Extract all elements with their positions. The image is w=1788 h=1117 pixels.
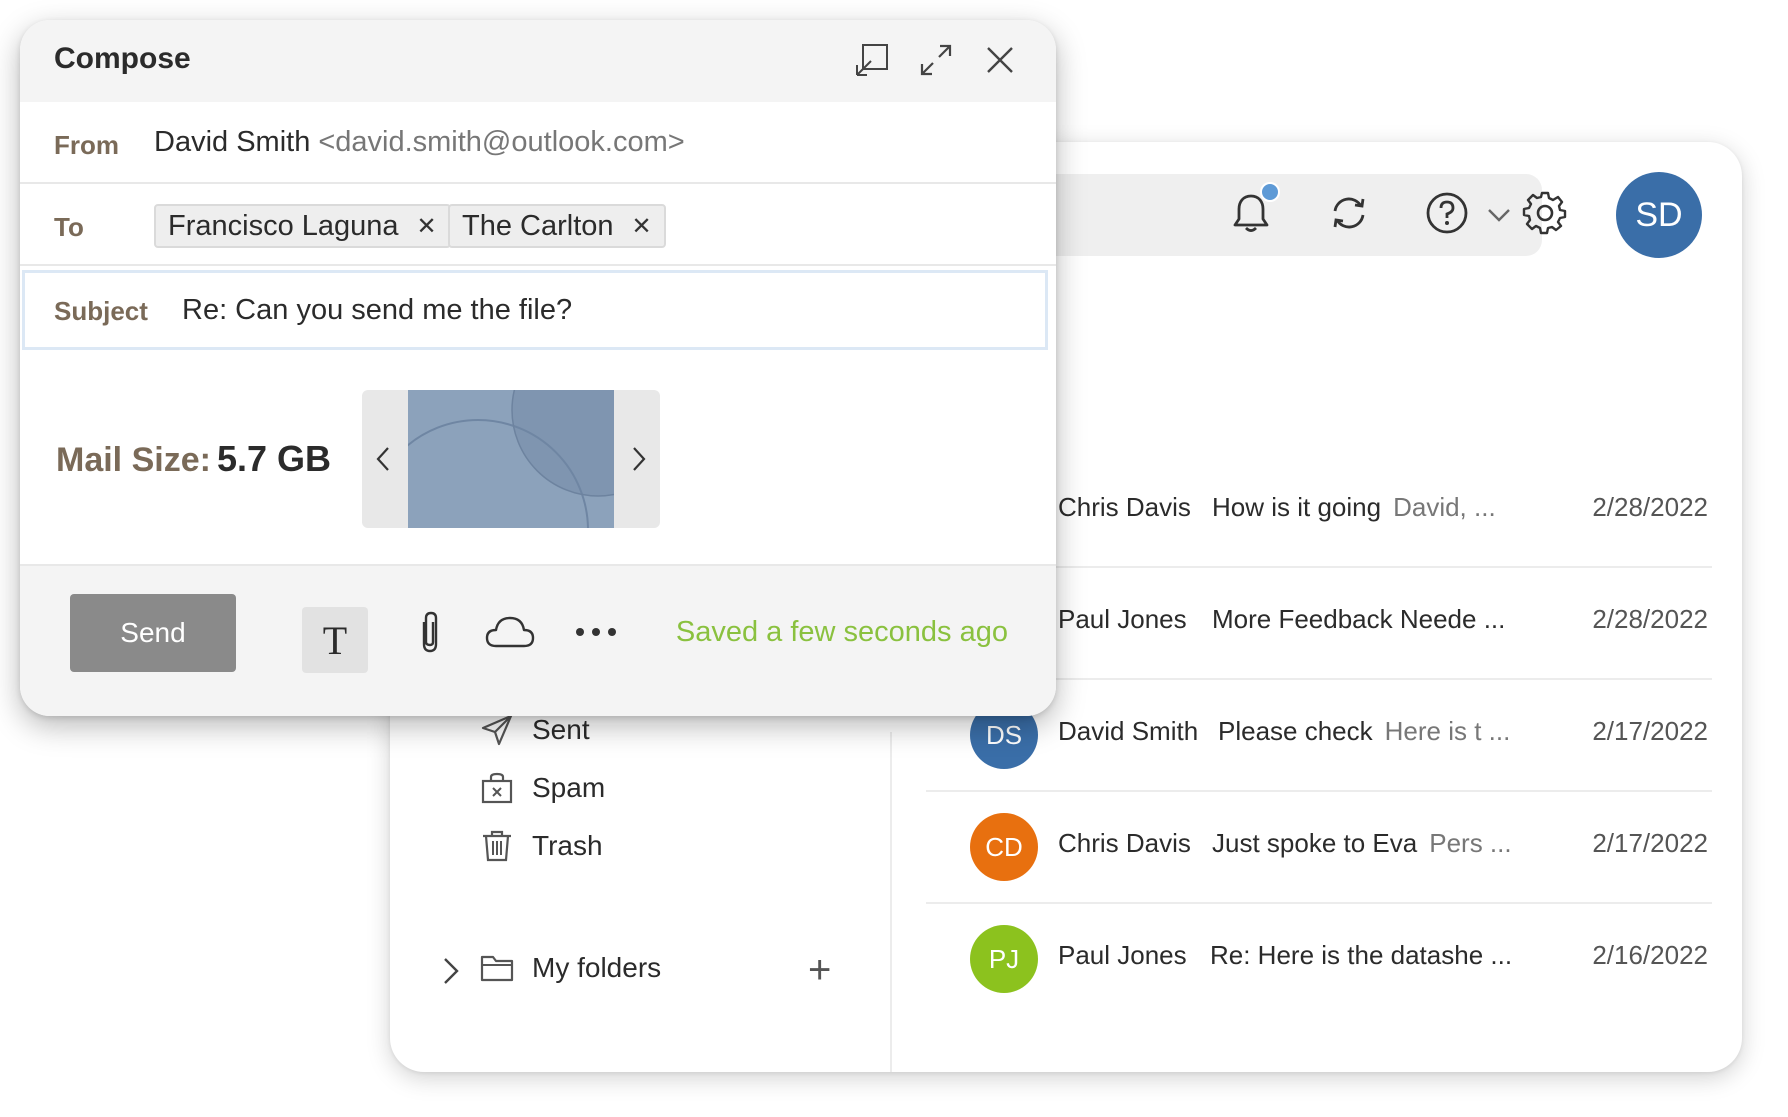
folder-label: Spam	[532, 772, 606, 803]
message-preview: Here is t ...	[1384, 716, 1511, 746]
recipient-name: Francisco Laguna	[168, 209, 399, 242]
save-status: Saved a few seconds ago	[675, 616, 1008, 648]
chevron-left-icon	[376, 447, 389, 471]
more-options-button[interactable]	[568, 608, 624, 656]
cloud-icon	[485, 616, 535, 648]
message-row[interactable]: CD Chris Davis Just spoke to Eva Pers ...…	[926, 790, 1712, 904]
divider	[20, 182, 1056, 184]
avatar: CD	[970, 813, 1038, 881]
sync-button[interactable]	[1326, 190, 1372, 236]
user-avatar[interactable]: SD	[1616, 172, 1702, 258]
notification-dot	[1260, 182, 1280, 202]
sidebar-divider	[890, 732, 892, 1072]
folder-icon	[480, 955, 514, 982]
message-row[interactable]: PJ Paul Jones Re: Here is the datashe ..…	[926, 902, 1712, 1014]
attach-button[interactable]	[406, 608, 454, 656]
message-date: 2/28/2022	[1592, 604, 1708, 634]
message-date: 2/17/2022	[1592, 716, 1708, 746]
cloud-attach-button[interactable]	[482, 608, 538, 656]
subject-label: Subject	[54, 296, 148, 326]
folder-trash[interactable]: Trash	[480, 820, 603, 872]
from-field: David Smith <david.smith@outlook.com>	[154, 126, 685, 158]
trash-icon	[483, 830, 511, 862]
message-sender: Paul Jones	[1058, 940, 1187, 970]
previous-attachment-button[interactable]	[362, 390, 404, 528]
compose-window: Compose From David Smith <david.smith@out…	[20, 20, 1056, 716]
compose-title: Compose	[54, 42, 191, 75]
settings-button[interactable]	[1522, 190, 1568, 236]
avatar: PJ	[970, 925, 1038, 993]
recipient-chip[interactable]: The Carlton ✕	[448, 204, 666, 248]
pop-out-icon[interactable]	[854, 42, 890, 78]
message-subject: More Feedback Neede ...	[1212, 604, 1506, 634]
message-subject: Please check Here is t ...	[1218, 716, 1511, 746]
divider	[20, 264, 1056, 266]
subject-input[interactable]: Re: Can you send me the file?	[182, 294, 572, 327]
send-icon	[481, 714, 513, 746]
help-icon	[1426, 192, 1468, 234]
compose-header: Compose	[20, 20, 1056, 102]
attachment-carousel	[362, 390, 660, 528]
message-date: 2/28/2022	[1592, 492, 1708, 522]
my-folders[interactable]: My folders	[480, 942, 661, 994]
close-icon[interactable]	[982, 42, 1018, 78]
message-date: 2/17/2022	[1592, 828, 1708, 858]
add-folder-button[interactable]: +	[808, 950, 831, 990]
send-button[interactable]: Send	[70, 594, 236, 672]
paperclip-icon	[422, 611, 438, 653]
remove-recipient-icon[interactable]: ✕	[632, 212, 652, 241]
maximize-icon[interactable]	[918, 42, 954, 78]
message-subject: Re: Here is the datashe ...	[1210, 940, 1513, 970]
chevron-right-icon[interactable]	[440, 956, 462, 986]
recipient-chip[interactable]: Francisco Laguna ✕	[154, 204, 451, 248]
attachment-thumbnail[interactable]	[408, 390, 614, 528]
next-attachment-button[interactable]	[618, 390, 660, 528]
chevron-down-icon	[1488, 209, 1510, 222]
remove-recipient-icon[interactable]: ✕	[417, 212, 437, 241]
from-email: <david.smith@outlook.com>	[318, 126, 685, 158]
from-label: From	[54, 130, 119, 160]
more-icon	[576, 628, 616, 636]
message-sender: David Smith	[1058, 716, 1199, 746]
spam-icon	[481, 772, 513, 804]
message-date: 2/16/2022	[1592, 940, 1708, 970]
folder-label: Trash	[532, 830, 603, 861]
mail-size-value: 5.7 GB	[216, 438, 331, 479]
gear-icon	[1522, 191, 1567, 235]
message-sender: Paul Jones	[1058, 604, 1187, 634]
message-preview: Pers ...	[1429, 828, 1512, 858]
message-preview: David, ...	[1393, 492, 1496, 522]
sync-icon	[1333, 197, 1365, 229]
message-subject: How is it going David, ...	[1212, 492, 1496, 522]
folder-spam[interactable]: Spam	[480, 762, 605, 814]
message-subject: Just spoke to Eva Pers ...	[1212, 828, 1512, 858]
my-folders-label: My folders	[532, 952, 662, 983]
format-text-button[interactable]: T	[302, 607, 368, 673]
mail-size: Mail Size: 5.7 GB	[56, 438, 331, 479]
chevron-right-icon	[633, 447, 646, 471]
notifications-button[interactable]	[1228, 182, 1280, 236]
message-sender: Chris Davis	[1058, 828, 1191, 858]
help-button[interactable]	[1424, 190, 1470, 236]
folder-label: Sent	[532, 714, 590, 745]
message-sender: Chris Davis	[1058, 492, 1191, 522]
to-label: To	[54, 212, 84, 242]
recipient-name: The Carlton	[462, 209, 614, 242]
